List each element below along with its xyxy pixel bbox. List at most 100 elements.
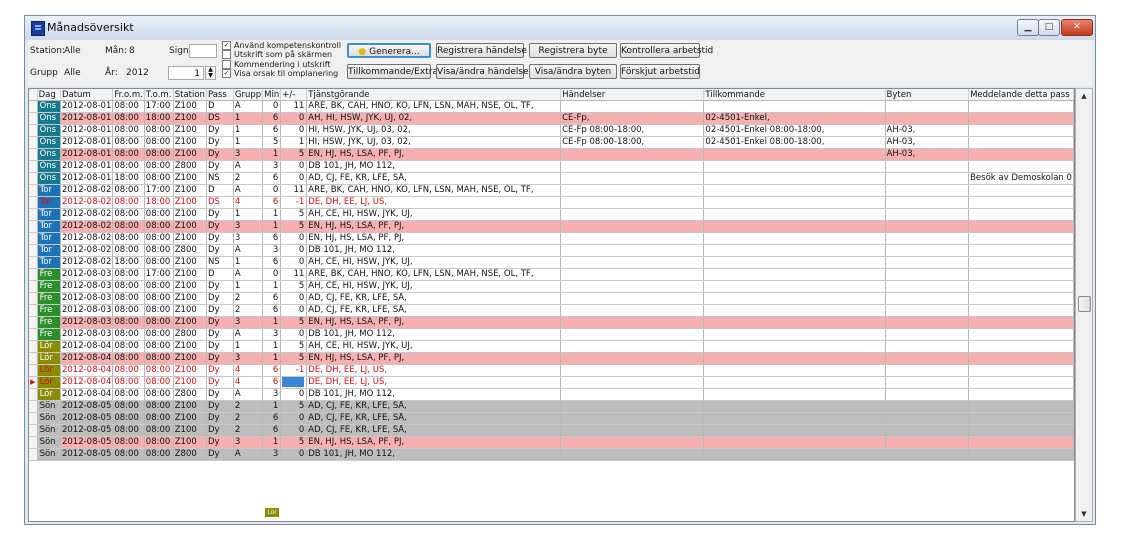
cell-datum[interactable]: 2012-08-02 [60,220,114,233]
cell-pm[interactable]: 0 [280,232,308,245]
cell-medd[interactable] [968,268,1074,281]
cell-pm[interactable]: 0 [280,412,308,425]
cell-pm[interactable]: 11 [280,100,308,113]
cell-dag[interactable]: Ons [37,100,61,113]
man-value[interactable]: 8 [129,46,135,56]
cell-pm[interactable]: 5 [280,280,308,293]
cell-tj[interactable]: EN, HJ, HS, LSA, PF, PJ, [306,148,562,161]
cell-pass[interactable]: D [206,184,234,197]
cell-hand[interactable] [560,232,705,245]
cell-pm[interactable]: 0 [280,448,308,461]
cell-till[interactable] [703,400,886,413]
cell-datum[interactable]: 2012-08-03 [60,304,114,317]
cell-hand[interactable] [560,376,705,389]
cell-tj[interactable]: DE, DH, EE, LJ, US, [306,364,562,377]
cell-grupp[interactable]: 1 [233,136,264,149]
cell-datum[interactable]: 2012-08-03 [60,268,114,281]
cell-grupp[interactable]: 2 [233,172,264,185]
cell-min[interactable]: 3 [262,244,282,257]
cell-grupp[interactable]: 4 [233,196,264,209]
cell-grupp[interactable]: 1 [233,112,264,125]
cell-tom[interactable]: 08:00 [144,148,174,161]
table-row[interactable]: Fre 2012-08-03 08:00 17:00 Z100 D A 0 11 ARE, BK,… [29,268,1074,281]
cell-byten[interactable] [885,340,970,353]
cell-datum[interactable]: 2012-08-03 [60,280,114,293]
cell-till[interactable] [703,196,886,209]
cell-tj[interactable]: DE, DH, EE, LJ, US, [306,376,562,389]
cell-byten[interactable] [885,412,970,425]
cell-hand[interactable] [560,208,705,221]
cell-pm[interactable]: 11 [280,268,308,281]
cell-grupp[interactable]: 2 [233,304,264,317]
cell-hand[interactable] [560,400,705,413]
cell-byten[interactable] [885,448,970,461]
station-value[interactable]: Alle [64,46,81,56]
cell-dag[interactable]: Fre [37,328,61,341]
cell-datum[interactable]: 2012-08-04 [60,352,114,365]
cell-pm[interactable]: 0 [280,112,308,125]
cell-hand[interactable] [560,196,705,209]
cell-tj[interactable]: HI, HSW, JYK, UJ, 03, 02, [306,136,562,149]
cell-grupp[interactable]: 4 [233,364,264,377]
cell-hand[interactable] [560,220,705,233]
cell-tom[interactable]: 08:00 [144,316,174,329]
cell-till[interactable] [703,208,886,221]
cell-datum[interactable]: 2012-08-01 [60,136,114,149]
ar-value[interactable]: 2012 [126,68,149,78]
cell-medd[interactable] [968,280,1074,293]
cell-byten[interactable] [885,232,970,245]
cell-tom[interactable]: 08:00 [144,304,174,317]
row-indicator[interactable] [29,124,38,137]
cell-tom[interactable]: 08:00 [144,256,174,269]
cell-hand[interactable] [560,184,705,197]
cell-pass[interactable]: Dy [206,400,234,413]
cell-from[interactable]: 08:00 [112,400,145,413]
cell-hand[interactable]: CE-Fp, [560,112,705,125]
cell-tj[interactable]: AH, CE, HI, HSW, JYK, UJ, [306,208,562,221]
cell-pass[interactable]: Dy [206,208,234,221]
cell-station[interactable]: Z100 [173,136,207,149]
cell-grupp[interactable]: A [233,328,264,341]
cell-datum[interactable]: 2012-08-01 [60,160,114,173]
cell-datum[interactable]: 2012-08-03 [60,316,114,329]
row-indicator[interactable] [29,148,38,161]
week-spin-input[interactable]: 1 [168,66,204,80]
cell-medd[interactable] [968,232,1074,245]
cell-tom[interactable]: 08:00 [144,220,174,233]
cell-grupp[interactable]: A [233,268,264,281]
cell-dag[interactable]: Fre [37,268,61,281]
cell-tj[interactable]: EN, HJ, HS, LSA, PF, PJ, [306,220,562,233]
cell-station[interactable]: Z100 [173,184,207,197]
cell-till[interactable] [703,280,886,293]
cell-grupp[interactable]: 1 [233,208,264,221]
cell-medd[interactable] [968,160,1074,173]
col-header[interactable]: Grupp [233,89,264,101]
scroll-down-icon[interactable]: ▼ [1076,507,1092,521]
cell-byten[interactable] [885,424,970,437]
cell-pass[interactable]: Dy [206,352,234,365]
cell-byten[interactable] [885,328,970,341]
cell-grupp[interactable]: 3 [233,220,264,233]
cell-tj[interactable]: AD, CJ, FE, KR, LFE, SÅ, [306,172,562,185]
cell-dag[interactable]: Tor [37,232,61,245]
cell-byten[interactable] [885,172,970,185]
cell-tj[interactable]: DE, DH, EE, LJ, US, [306,196,562,209]
cell-medd[interactable] [968,220,1074,233]
cell-pass[interactable]: Dy [206,424,234,437]
cell-grupp[interactable]: 3 [233,352,264,365]
maximize-button[interactable]: □ [1038,19,1060,36]
cell-medd[interactable] [968,244,1074,257]
cell-from[interactable]: 08:00 [112,208,145,221]
cell-tj[interactable]: DB 101, JH, MÖ 112, [306,160,562,173]
cell-station[interactable]: Z100 [173,124,207,137]
table-row[interactable]: Tor 2012-08-02 08:00 18:00 Z100 DS 4 6 -1 DE, DH,… [29,196,1074,209]
cell-tom[interactable]: 08:00 [144,388,174,401]
cell-medd[interactable] [968,412,1074,425]
cell-dag[interactable]: Ons [37,112,61,125]
cell-pass[interactable]: Dy [206,244,234,257]
cell-min[interactable]: 1 [262,280,282,293]
cell-pass[interactable]: Dy [206,148,234,161]
cell-till[interactable] [703,256,886,269]
cell-from[interactable]: 08:00 [112,232,145,245]
cell-dag[interactable]: Ons [37,160,61,173]
